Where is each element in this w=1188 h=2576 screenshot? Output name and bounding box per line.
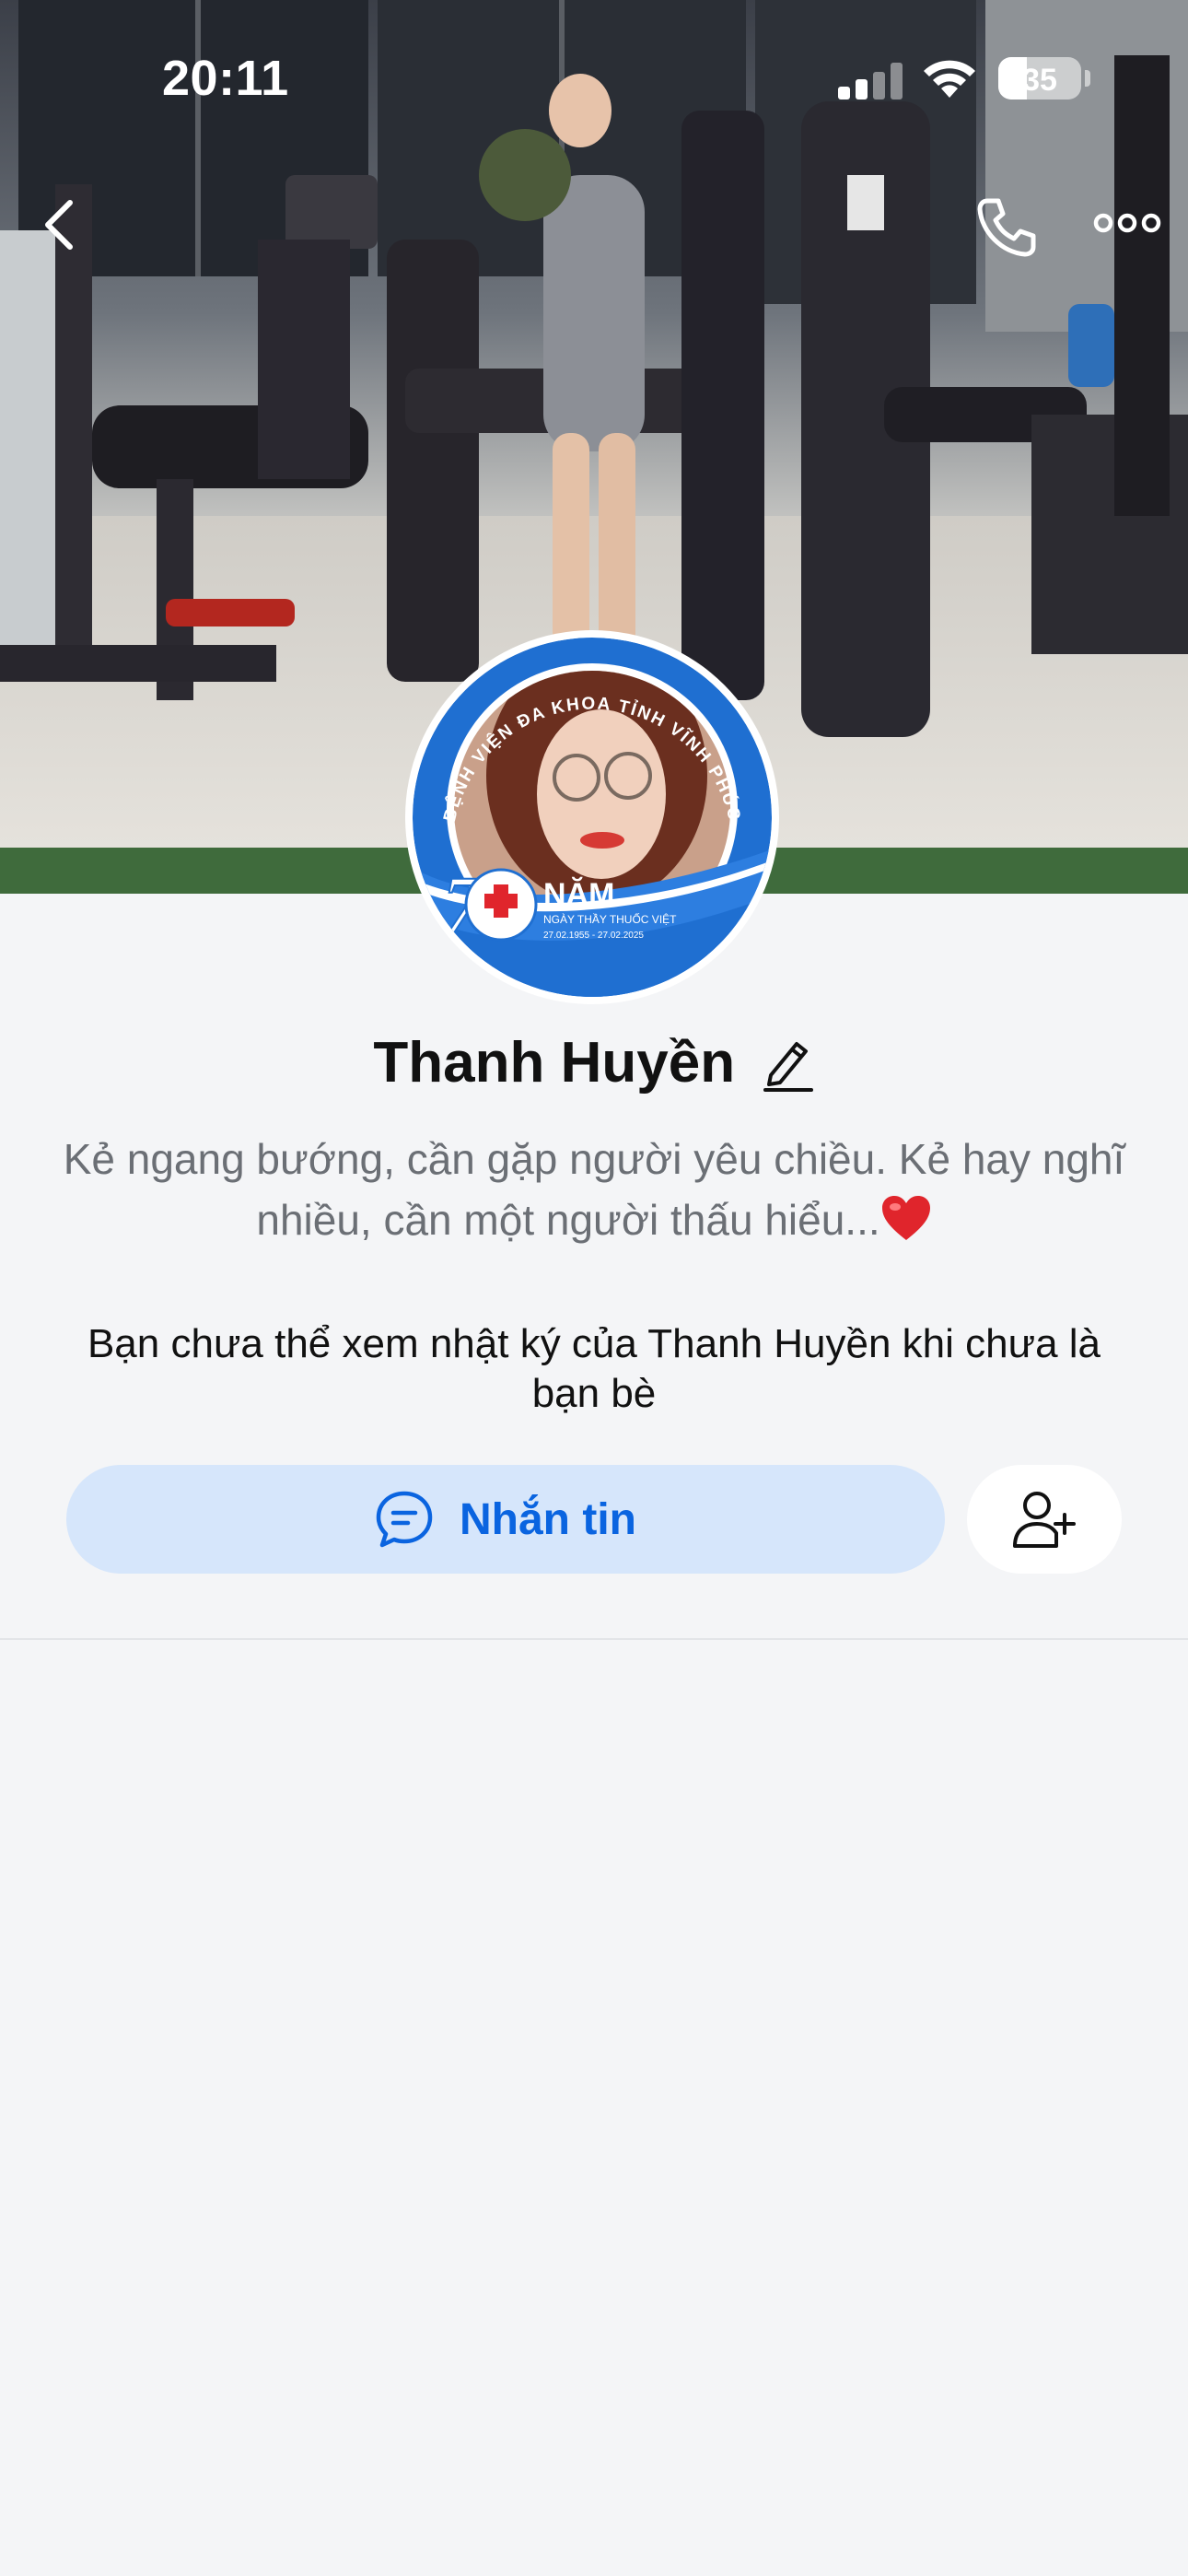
- profile-name-row: Thanh Huyền: [0, 1030, 1188, 1104]
- bio-line-2: nhiều, cần một người thấu hiểu...: [256, 1196, 880, 1244]
- chat-bubble-icon: [376, 1491, 433, 1548]
- profile-name: Thanh Huyền: [373, 1031, 736, 1095]
- add-friend-button[interactable]: [967, 1465, 1122, 1574]
- cellular-signal-icon: [838, 63, 904, 100]
- profile-bio: Kẻ ngang bướng, cần gặp người yêu chiều.…: [55, 1129, 1133, 1250]
- battery-level: 35: [1022, 63, 1057, 98]
- phone-icon: [977, 198, 1036, 257]
- wifi-icon: [921, 55, 978, 100]
- diary-restricted-notice: Bạn chưa thể xem nhật ký của Thanh Huyền…: [87, 1321, 1101, 1416]
- add-friend-icon: [1013, 1492, 1076, 1548]
- section-divider: [0, 1638, 1188, 1640]
- edit-name-button[interactable]: [762, 1035, 815, 1092]
- heart-emoji-icon: [880, 1194, 932, 1242]
- send-message-label: Nhắn tin: [460, 1494, 636, 1544]
- avatar-badge-title: NĂM: [543, 877, 614, 912]
- call-button[interactable]: [974, 195, 1039, 260]
- more-options-button[interactable]: [1092, 205, 1162, 241]
- avatar-badge-dates: 27.02.1955 - 27.02.2025: [543, 931, 644, 941]
- profile-screen: 20:11 35 BỆNH VIỆN ĐA KHOA TỈNH VĨNH PHÚ…: [0, 0, 1188, 2576]
- send-message-button[interactable]: Nhắn tin: [66, 1465, 945, 1574]
- status-bar: 20:11 35: [0, 0, 1188, 157]
- more-horizontal-icon: [1093, 213, 1161, 233]
- profile-avatar[interactable]: BỆNH VIỆN ĐA KHOA TỈNH VĨNH PHÚC 70 NĂM …: [405, 630, 779, 1004]
- avatar-badge-subtitle: NGÀY THẦY THUỐC VIỆT: [543, 912, 677, 926]
- pencil-icon: [763, 1041, 813, 1092]
- back-button[interactable]: [35, 195, 87, 254]
- status-time: 20:11: [162, 51, 289, 106]
- chevron-left-icon: [45, 200, 73, 250]
- bio-line-1: Kẻ ngang bướng, cần gặp người yêu chiều.…: [63, 1135, 1125, 1183]
- battery-icon: 35: [998, 57, 1081, 100]
